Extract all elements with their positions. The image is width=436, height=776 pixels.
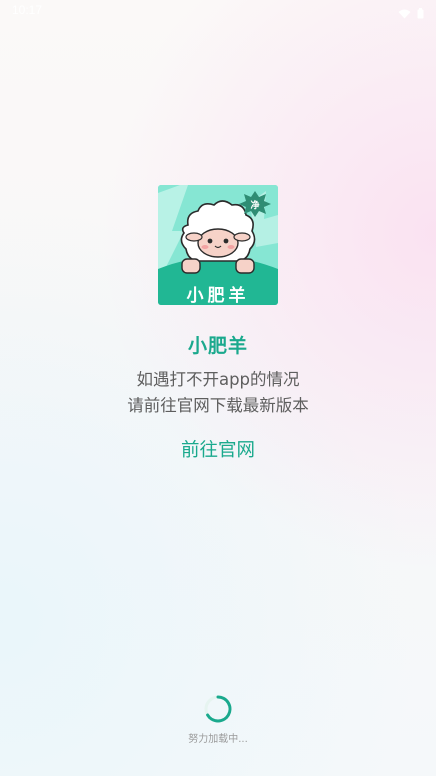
app-name: 小肥羊 <box>187 335 248 357</box>
app-icon-caption: 小肥羊 <box>186 286 250 305</box>
go-website-link[interactable]: 前往官网 <box>168 437 268 465</box>
notice-line-1: 如遇打不开app的情况 <box>136 370 300 389</box>
app-icon: 净 小肥羊 <box>158 185 278 305</box>
status-time: 10:17 <box>12 3 43 17</box>
status-icons <box>398 4 424 23</box>
battery-icon <box>417 4 424 23</box>
loading-spinner-icon <box>203 694 233 724</box>
app-icon-badge: 净 <box>250 201 260 211</box>
status-bar: 10:17 <box>0 0 436 22</box>
loading-text: 努力加载中... <box>188 734 248 745</box>
notice-line-2: 请前往官网下载最新版本 <box>127 396 309 415</box>
wifi-icon <box>398 4 411 23</box>
